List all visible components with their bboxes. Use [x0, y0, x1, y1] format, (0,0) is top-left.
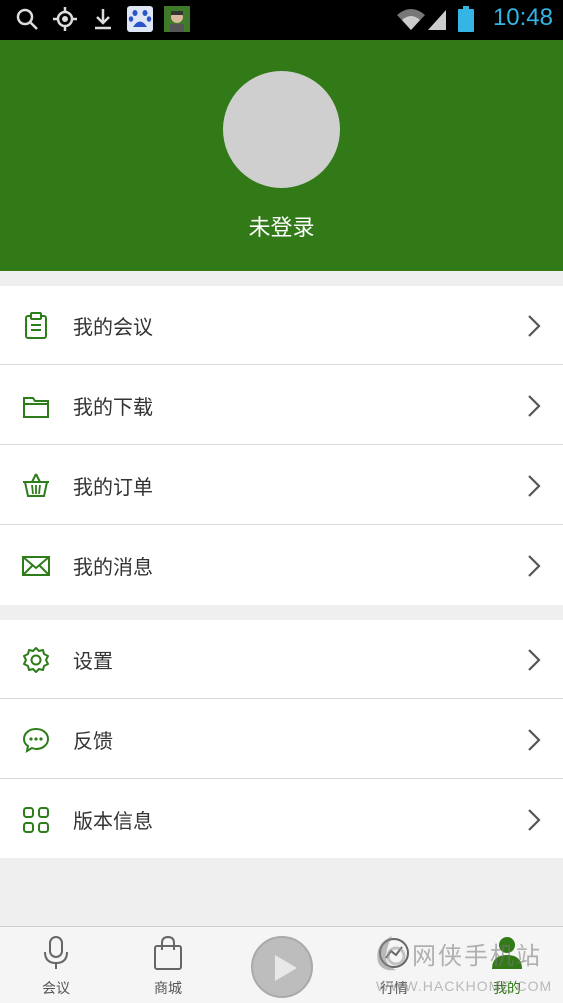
menu-group-app: 设置 反馈 版本信息: [0, 620, 563, 858]
chat-bubble-icon: [22, 727, 50, 754]
location-icon: [53, 7, 77, 31]
menu-item-label: 我的下载: [73, 395, 153, 419]
tab-mall[interactable]: 商城: [112, 927, 224, 1003]
avatar-notification-icon: [164, 6, 190, 32]
microphone-icon: [44, 936, 68, 969]
menu-item-label: 我的消息: [73, 555, 153, 579]
chevron-right-icon: [528, 555, 541, 577]
shopping-bag-icon: [154, 935, 182, 970]
signal-icon: [428, 10, 446, 30]
menu-item-my-orders[interactable]: 我的订单: [0, 446, 563, 525]
search-icon: [16, 8, 38, 30]
divider: [0, 698, 563, 699]
divider: [0, 364, 563, 365]
baidu-icon: [127, 6, 153, 32]
play-icon: [275, 955, 297, 981]
menu-item-label: 版本信息: [73, 809, 153, 833]
battery-icon: [458, 6, 474, 32]
tab-label: 行情: [380, 981, 408, 997]
folder-icon: [23, 397, 49, 418]
chevron-right-icon: [528, 649, 541, 671]
tab-mine[interactable]: 我的: [451, 927, 563, 1003]
tab-label: 会议: [42, 981, 70, 997]
chevron-right-icon: [528, 315, 541, 337]
divider: [0, 778, 563, 779]
menu-item-label: 反馈: [73, 729, 113, 753]
avatar[interactable]: [223, 71, 340, 188]
menu-item-my-meetings[interactable]: 我的会议: [0, 286, 563, 365]
envelope-icon: [22, 556, 50, 576]
menu-item-label: 设置: [73, 649, 113, 673]
play-button[interactable]: [251, 936, 313, 998]
menu-item-my-messages[interactable]: 我的消息: [0, 526, 563, 605]
menu-group-account: 我的会议 我的下载 我的订单 我的消息: [0, 286, 563, 605]
grid-icon: [23, 807, 49, 833]
status-time: 10:48: [492, 4, 553, 31]
chevron-right-icon: [528, 729, 541, 751]
menu-item-version-info[interactable]: 版本信息: [0, 780, 563, 859]
chevron-right-icon: [528, 809, 541, 831]
gear-icon: [23, 647, 49, 673]
menu-item-settings[interactable]: 设置: [0, 620, 563, 699]
divider: [0, 524, 563, 525]
chevron-right-icon: [528, 395, 541, 417]
tab-meetings[interactable]: 会议: [0, 927, 112, 1003]
tab-label: 商城: [154, 981, 182, 997]
clipboard-icon: [25, 312, 47, 339]
download-icon: [95, 9, 111, 30]
tab-label: 我的: [493, 981, 521, 997]
menu-item-my-downloads[interactable]: 我的下载: [0, 366, 563, 445]
tab-market[interactable]: 行情: [338, 927, 450, 1003]
menu-item-label: 我的订单: [73, 475, 153, 499]
menu-item-label: 我的会议: [73, 315, 153, 339]
person-icon: [492, 937, 522, 969]
chart-icon: [379, 938, 409, 968]
chevron-right-icon: [528, 475, 541, 497]
status-bar: 10:48: [0, 0, 563, 40]
menu-item-feedback[interactable]: 反馈: [0, 700, 563, 779]
profile-header: 未登录: [0, 40, 563, 271]
login-status-label[interactable]: 未登录: [0, 210, 563, 242]
divider: [0, 444, 563, 445]
wifi-icon: [397, 9, 425, 30]
basket-icon: [23, 473, 49, 497]
